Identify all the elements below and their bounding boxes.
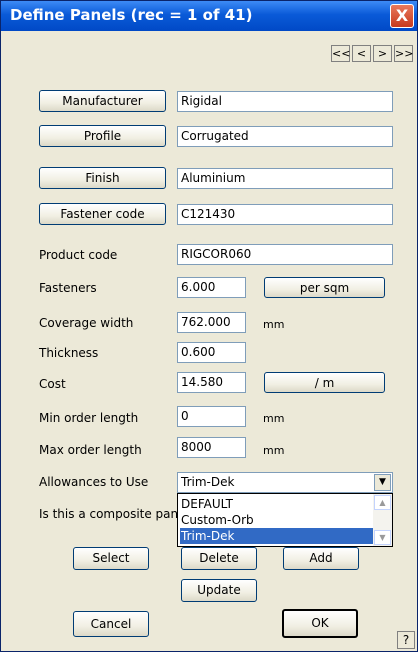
thickness-field[interactable]: 0.600 — [177, 342, 246, 363]
next-record-button[interactable]: > — [373, 45, 392, 62]
coverage-width-label: Coverage width — [39, 316, 134, 330]
min-order-length-label: Min order length — [39, 411, 139, 425]
previous-record-button[interactable]: < — [352, 45, 371, 62]
fasteners-label: Fasteners — [39, 281, 97, 295]
max-order-length-label: Max order length — [39, 443, 142, 457]
coverage-width-field[interactable]: 762.000 — [177, 312, 246, 333]
cost-field[interactable]: 14.580 — [177, 372, 246, 393]
allowances-select[interactable]: Trim-Dek ▼ — [177, 472, 393, 493]
manufacturer-button[interactable]: Manufacturer — [39, 90, 166, 112]
dropdown-arrow-icon[interactable]: ▼ — [374, 474, 391, 491]
composite-label: Is this a composite pan — [39, 507, 179, 521]
product-code-field[interactable]: RIGCOR060 — [177, 244, 393, 265]
allowance-option-trim-dek[interactable]: Trim-Dek — [180, 528, 374, 544]
allowance-option-default[interactable]: DEFAULT — [180, 496, 374, 512]
window-title: Define Panels (rec = 1 of 41) — [10, 6, 253, 24]
allowances-dropdown-list[interactable]: DEFAULT Custom-Orb Trim-Dek ▲ ▼ — [177, 493, 393, 547]
record-navigator: << < > >> — [331, 45, 413, 62]
add-button[interactable]: Add — [283, 547, 359, 570]
finish-button[interactable]: Finish — [39, 167, 166, 189]
profile-field[interactable]: Corrugated — [177, 126, 393, 147]
cost-label: Cost — [39, 377, 66, 391]
first-record-button[interactable]: << — [331, 45, 350, 62]
allowances-label: Allowances to Use — [39, 475, 149, 489]
cancel-button[interactable]: Cancel — [73, 611, 149, 637]
fastener-code-button[interactable]: Fastener code — [39, 203, 166, 225]
product-code-label: Product code — [39, 248, 118, 262]
scroll-down-icon[interactable]: ▼ — [374, 530, 391, 545]
fasteners-field[interactable]: 6.000 — [177, 277, 246, 298]
manufacturer-field[interactable]: Rigidal — [177, 91, 393, 112]
dropdown-scrollbar[interactable]: ▲ ▼ — [373, 494, 392, 546]
last-record-button[interactable]: >> — [394, 45, 413, 62]
scroll-up-icon[interactable]: ▲ — [374, 495, 391, 510]
ok-button[interactable]: OK — [282, 609, 358, 638]
define-panels-dialog: Define Panels (rec = 1 of 41) X << < > >… — [0, 0, 418, 652]
cost-unit-button[interactable]: / m — [264, 372, 385, 393]
title-bar[interactable]: Define Panels (rec = 1 of 41) X — [1, 1, 417, 31]
finish-field[interactable]: Aluminium — [177, 168, 393, 189]
min-order-length-unit: mm — [263, 412, 285, 425]
allowance-option-custom-orb[interactable]: Custom-Orb — [180, 512, 374, 528]
max-order-length-field[interactable]: 8000 — [177, 437, 246, 458]
coverage-width-unit: mm — [263, 318, 285, 331]
profile-button[interactable]: Profile — [39, 125, 166, 147]
select-button[interactable]: Select — [73, 547, 149, 570]
close-button[interactable]: X — [390, 4, 414, 28]
fasteners-unit-button[interactable]: per sqm — [264, 277, 385, 298]
fastener-code-field[interactable]: C121430 — [177, 204, 393, 225]
min-order-length-field[interactable]: 0 — [177, 406, 246, 427]
allowances-selected-value: Trim-Dek — [181, 475, 235, 489]
delete-button[interactable]: Delete — [181, 547, 257, 570]
update-button[interactable]: Update — [181, 579, 257, 602]
thickness-label: Thickness — [39, 346, 99, 360]
help-button[interactable]: ? — [397, 631, 415, 649]
max-order-length-unit: mm — [263, 444, 285, 457]
